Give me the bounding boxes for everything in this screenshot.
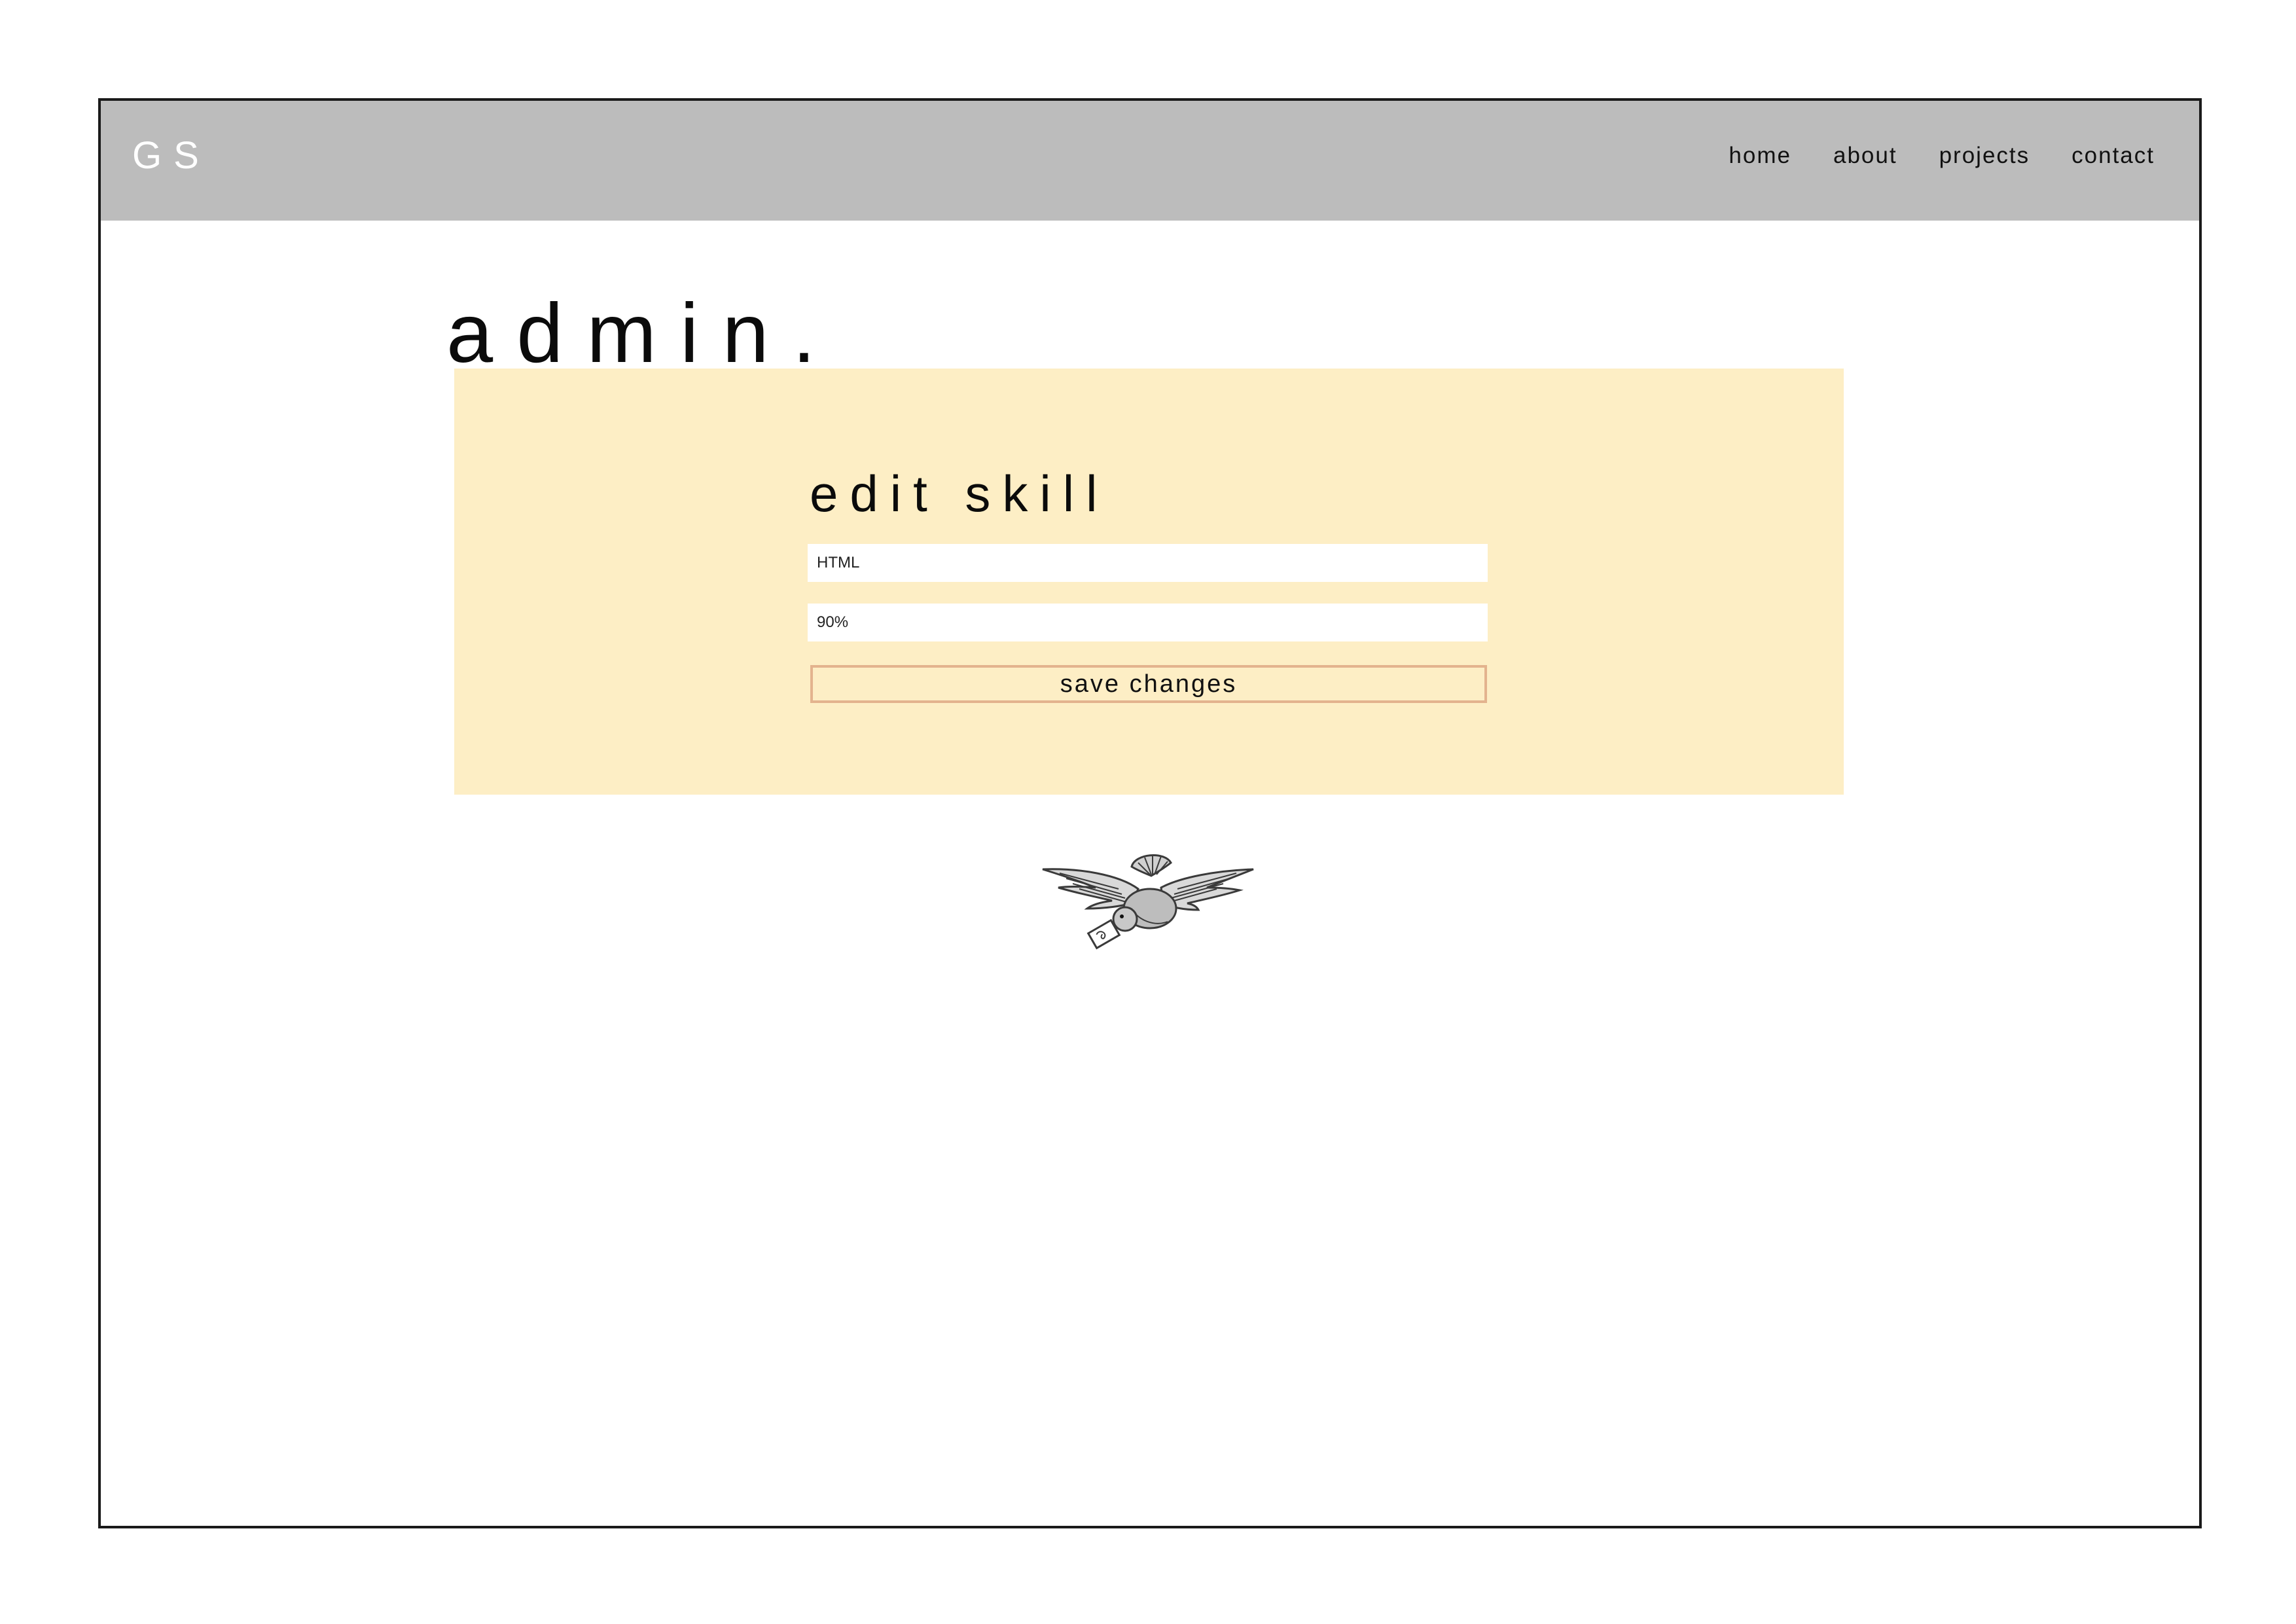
nav-contact-link[interactable]: contact (2072, 144, 2155, 167)
navbar: GS home about projects contact (101, 101, 2199, 221)
skill-name-input[interactable] (808, 544, 1488, 582)
save-changes-button[interactable]: save changes (810, 665, 1487, 703)
form-heading: edit skill (810, 465, 1109, 522)
nav-links: home about projects contact (1687, 144, 2155, 167)
edit-skill-panel: edit skill save changes (454, 369, 1844, 795)
skill-level-input[interactable] (808, 604, 1488, 641)
nav-home-link[interactable]: home (1729, 144, 1791, 167)
site-logo[interactable]: GS (132, 137, 211, 175)
page-title: admin. (446, 287, 840, 380)
nav-projects-link[interactable]: projects (1939, 144, 2030, 167)
browser-frame: GS home about projects contact admin. ed… (98, 98, 2202, 1528)
nav-about-link[interactable]: about (1833, 144, 1897, 167)
bird-carrying-letter-icon (1042, 854, 1254, 950)
